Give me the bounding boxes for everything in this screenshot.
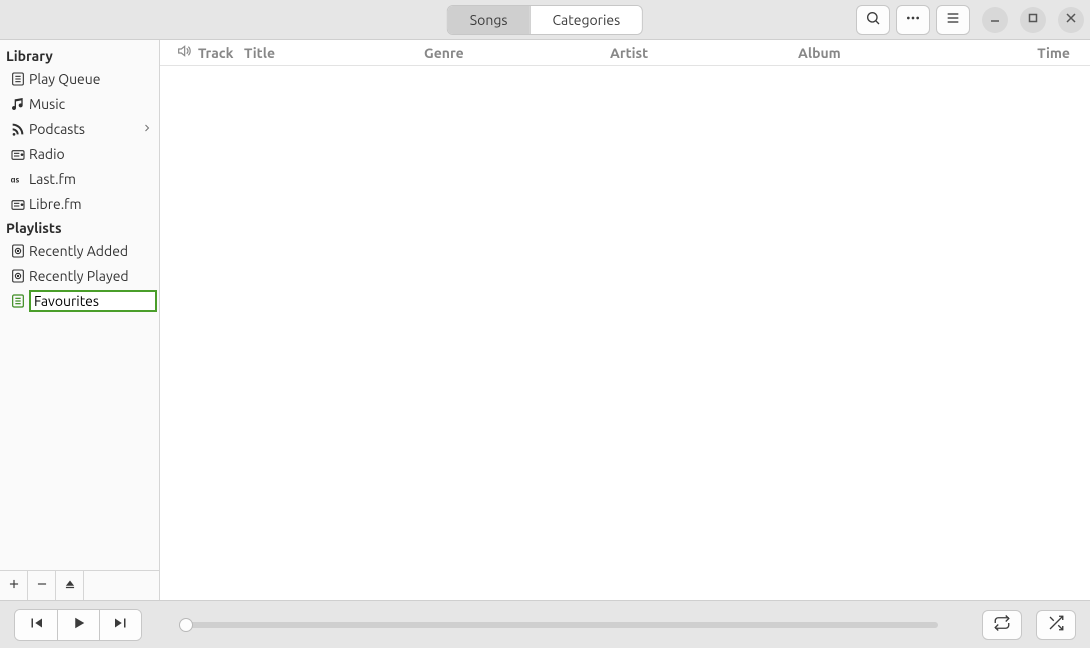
minus-icon bbox=[35, 577, 49, 594]
playlist-name-input[interactable] bbox=[29, 290, 157, 312]
eject-button[interactable] bbox=[56, 571, 84, 600]
search-icon bbox=[865, 10, 881, 29]
seek-slider[interactable] bbox=[186, 622, 938, 628]
content-area: Track Title Genre Artist Album Time bbox=[160, 40, 1090, 600]
maximize-button[interactable] bbox=[1020, 7, 1046, 33]
segmented-control: Songs Categories bbox=[447, 5, 643, 35]
library-header: Library bbox=[0, 44, 159, 66]
close-icon bbox=[1065, 12, 1077, 27]
radio-icon bbox=[10, 146, 26, 162]
add-playlist-button[interactable] bbox=[0, 571, 28, 600]
repeat-button[interactable] bbox=[982, 610, 1022, 640]
sidebar-list: Library Play Queue Music Podcasts bbox=[0, 40, 159, 570]
playlists-header: Playlists bbox=[0, 216, 159, 238]
playlist-icon bbox=[10, 293, 26, 309]
sidebar-item-label: Play Queue bbox=[29, 71, 101, 87]
play-button[interactable] bbox=[57, 610, 99, 640]
rss-icon bbox=[10, 121, 26, 137]
column-artist[interactable]: Artist bbox=[610, 45, 798, 61]
player-bar bbox=[0, 600, 1090, 648]
shuffle-icon bbox=[1047, 614, 1065, 635]
play-icon bbox=[70, 614, 88, 635]
previous-button[interactable] bbox=[15, 610, 57, 640]
skip-back-icon bbox=[27, 614, 45, 635]
sidebar-item-play-queue[interactable]: Play Queue bbox=[0, 66, 159, 91]
column-now-playing[interactable] bbox=[170, 43, 198, 62]
minimize-icon bbox=[989, 12, 1001, 27]
playback-controls bbox=[14, 609, 142, 641]
column-time[interactable]: Time bbox=[1037, 45, 1070, 61]
header-right bbox=[856, 5, 1084, 35]
more-icon bbox=[905, 10, 921, 29]
main-area: Library Play Queue Music Podcasts bbox=[0, 40, 1090, 600]
sidebar-item-label: Radio bbox=[29, 146, 65, 162]
sidebar-toolbar bbox=[0, 570, 159, 600]
empty-track-list bbox=[160, 66, 1090, 600]
more-button[interactable] bbox=[896, 5, 930, 35]
hamburger-icon bbox=[945, 10, 961, 29]
view-switcher: Songs Categories bbox=[447, 5, 643, 35]
column-title[interactable]: Title bbox=[244, 45, 424, 61]
auto-playlist-icon bbox=[10, 243, 26, 259]
column-track[interactable]: Track bbox=[198, 45, 244, 61]
plus-icon bbox=[7, 577, 21, 594]
sidebar-item-recently-added[interactable]: Recently Added bbox=[0, 238, 159, 263]
sidebar-item-label: Libre.fm bbox=[29, 196, 82, 212]
librefm-icon bbox=[10, 196, 26, 212]
songs-tab[interactable]: Songs bbox=[448, 6, 530, 34]
sidebar-item-label: Last.fm bbox=[29, 171, 76, 187]
lastfm-icon: ɑs bbox=[10, 171, 26, 187]
column-album[interactable]: Album bbox=[798, 45, 1037, 61]
sidebar-item-label: Recently Added bbox=[29, 243, 128, 259]
sidebar-item-recently-played[interactable]: Recently Played bbox=[0, 263, 159, 288]
auto-playlist-icon bbox=[10, 268, 26, 284]
sidebar-item-label: Podcasts bbox=[29, 121, 85, 137]
skip-forward-icon bbox=[112, 614, 130, 635]
next-button[interactable] bbox=[99, 610, 141, 640]
sidebar-item-librefm[interactable]: Libre.fm bbox=[0, 191, 159, 216]
shuffle-button[interactable] bbox=[1036, 610, 1076, 640]
sidebar-item-radio[interactable]: Radio bbox=[0, 141, 159, 166]
categories-tab[interactable]: Categories bbox=[529, 6, 642, 34]
track-columns: Track Title Genre Artist Album Time bbox=[160, 40, 1090, 66]
header-bar: Songs Categories bbox=[0, 0, 1090, 40]
chevron-right-icon bbox=[141, 121, 153, 137]
repeat-icon bbox=[993, 614, 1011, 635]
minimize-button[interactable] bbox=[982, 7, 1008, 33]
eject-icon bbox=[63, 577, 77, 594]
menu-button[interactable] bbox=[936, 5, 970, 35]
sidebar-item-new-playlist[interactable] bbox=[0, 288, 159, 313]
search-button[interactable] bbox=[856, 5, 890, 35]
remove-playlist-button[interactable] bbox=[28, 571, 56, 600]
sidebar: Library Play Queue Music Podcasts bbox=[0, 40, 160, 600]
maximize-icon bbox=[1027, 12, 1039, 27]
sidebar-item-lastfm[interactable]: ɑs Last.fm bbox=[0, 166, 159, 191]
sidebar-item-label: Music bbox=[29, 96, 65, 112]
sidebar-item-music[interactable]: Music bbox=[0, 91, 159, 116]
sidebar-item-label: Recently Played bbox=[29, 268, 129, 284]
sidebar-item-podcasts[interactable]: Podcasts bbox=[0, 116, 159, 141]
svg-text:ɑs: ɑs bbox=[11, 175, 20, 184]
column-genre[interactable]: Genre bbox=[424, 45, 610, 61]
close-button[interactable] bbox=[1058, 7, 1084, 33]
playlist-icon bbox=[10, 71, 26, 87]
music-icon bbox=[10, 96, 26, 112]
speaker-icon bbox=[176, 43, 192, 62]
seek-thumb[interactable] bbox=[179, 618, 193, 632]
